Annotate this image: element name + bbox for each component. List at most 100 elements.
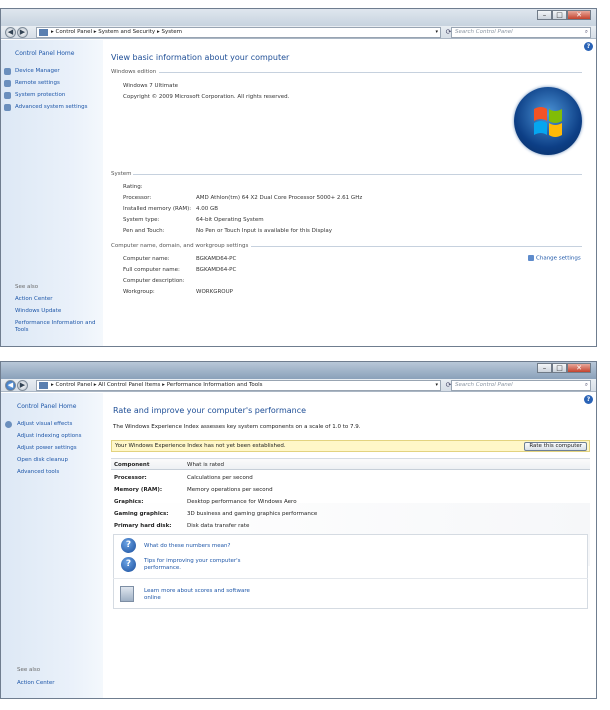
sidebar-control-panel-home[interactable]: Control Panel Home bbox=[17, 403, 76, 410]
table-row: Memory (RAM): Memory operations per seco… bbox=[111, 484, 590, 496]
sidebar-item-advanced-tools[interactable]: Advanced tools bbox=[17, 469, 59, 475]
tips-improving-link-line2[interactable]: performance. bbox=[144, 565, 181, 571]
question-icon: ? bbox=[121, 538, 136, 553]
sidebar-item-adjust-indexing[interactable]: Adjust indexing options bbox=[17, 433, 82, 439]
system-type-label: System type: bbox=[123, 217, 160, 223]
breadcrumb-item[interactable]: System and Security bbox=[98, 29, 155, 35]
breadcrumb-item[interactable]: All Control Panel Items bbox=[98, 382, 160, 388]
sidebar-item-remote-settings[interactable]: Remote settings bbox=[4, 80, 60, 87]
computer-description-label: Computer description: bbox=[123, 278, 185, 284]
forward-icon[interactable]: ▶ bbox=[17, 380, 28, 391]
tips-improving-link[interactable]: Tips for improving your computer's bbox=[144, 558, 241, 564]
forward-icon[interactable]: ▶ bbox=[17, 27, 28, 38]
help-icon[interactable]: ? bbox=[584, 42, 593, 51]
help-icon[interactable]: ? bbox=[584, 395, 593, 404]
sidebar-link-windows-update[interactable]: Windows Update bbox=[15, 308, 61, 314]
search-icon[interactable]: ⌕ bbox=[585, 381, 588, 390]
main-content: ? View basic information about your comp… bbox=[103, 40, 596, 346]
chevron-down-icon[interactable]: ▾ bbox=[435, 28, 438, 37]
notice-bar: Your Windows Experience Index has not ye… bbox=[111, 440, 590, 452]
divider bbox=[159, 72, 582, 73]
column-header: What is rated bbox=[187, 462, 225, 468]
full-computer-name-label: Full computer name: bbox=[123, 267, 180, 273]
breadcrumb-item[interactable]: Control Panel bbox=[56, 382, 92, 388]
shield-icon bbox=[5, 421, 12, 428]
breadcrumb-item[interactable]: Performance Information and Tools bbox=[167, 382, 263, 388]
full-computer-name-value: BGKAMD64-PC bbox=[196, 267, 237, 273]
minimize-button[interactable]: – bbox=[537, 363, 552, 373]
chevron-down-icon[interactable]: ▾ bbox=[435, 381, 438, 390]
memory-label: Installed memory (RAM): bbox=[123, 206, 192, 212]
question-icon: ? bbox=[121, 557, 136, 572]
divider bbox=[113, 578, 588, 579]
sidebar-link-action-center[interactable]: Action Center bbox=[17, 680, 55, 686]
sidebar: Control Panel Home Adjust visual effects… bbox=[1, 393, 103, 698]
memory-value: 4.00 GB bbox=[196, 206, 219, 212]
address-bar[interactable]: ▸ Control Panel ▸ System and Security ▸ … bbox=[36, 27, 441, 38]
sidebar-item-label: Adjust visual effects bbox=[17, 421, 73, 427]
change-settings-link[interactable]: Change settings bbox=[528, 255, 581, 262]
address-toolbar: ◀ ▶ ▸ Control Panel ▸ System and Securit… bbox=[1, 26, 596, 39]
edition-name: Windows 7 Ultimate bbox=[123, 83, 179, 89]
search-input[interactable]: Search Control Panel ⌕ bbox=[451, 380, 591, 391]
back-icon[interactable]: ◀ bbox=[5, 27, 16, 38]
control-panel-icon bbox=[39, 382, 48, 389]
column-header: Component bbox=[114, 462, 150, 468]
software-box-icon bbox=[120, 586, 134, 602]
table-header: Component What is rated bbox=[111, 458, 590, 470]
close-button[interactable]: ✕ bbox=[567, 363, 591, 373]
rate-this-computer-button[interactable]: Rate this computer bbox=[524, 442, 587, 451]
breadcrumb-item[interactable]: Control Panel bbox=[56, 29, 92, 35]
computer-name-value: BGKAMD64-PC bbox=[196, 256, 237, 262]
rated-cell: Memory operations per second bbox=[187, 487, 273, 493]
rated-cell: Calculations per second bbox=[187, 475, 253, 481]
component-cell: Memory (RAM): bbox=[114, 487, 163, 493]
sidebar-item-system-protection[interactable]: System protection bbox=[4, 92, 66, 99]
sidebar-item-label: Advanced system settings bbox=[15, 104, 88, 110]
sidebar-control-panel-home[interactable]: Control Panel Home bbox=[15, 50, 74, 57]
sidebar-link-action-center[interactable]: Action Center bbox=[15, 296, 53, 302]
minimize-button[interactable]: – bbox=[537, 10, 552, 20]
sidebar-link-performance[interactable]: Performance Information and Tools bbox=[15, 320, 97, 334]
processor-label: Processor: bbox=[123, 195, 152, 201]
section-heading: Windows edition bbox=[111, 69, 157, 75]
address-toolbar: ◀ ▶ ▸ Control Panel ▸ All Control Panel … bbox=[1, 379, 596, 392]
sidebar-item-adjust-visual-effects[interactable]: Adjust visual effects bbox=[5, 421, 73, 428]
copyright-text: Copyright © 2009 Microsoft Corporation. … bbox=[123, 94, 290, 100]
search-input[interactable]: Search Control Panel ⌕ bbox=[451, 27, 591, 38]
maximize-button[interactable]: □ bbox=[552, 363, 567, 373]
wei-description: The Windows Experience Index assesses ke… bbox=[113, 424, 361, 430]
windows-logo-icon bbox=[514, 87, 582, 155]
sidebar-item-label: System protection bbox=[15, 92, 66, 98]
shield-icon bbox=[528, 255, 534, 261]
what-do-numbers-mean-link[interactable]: What do these numbers mean? bbox=[144, 543, 230, 549]
search-icon[interactable]: ⌕ bbox=[585, 28, 588, 37]
sidebar-item-device-manager[interactable]: Device Manager bbox=[4, 68, 60, 75]
address-bar[interactable]: ▸ Control Panel ▸ All Control Panel Item… bbox=[36, 380, 441, 391]
sidebar-item-label: Device Manager bbox=[15, 68, 60, 74]
breadcrumb-item[interactable]: System bbox=[161, 29, 182, 35]
title-bar[interactable]: – □ ✕ bbox=[1, 362, 596, 379]
rated-cell: Desktop performance for Windows Aero bbox=[187, 499, 297, 505]
divider bbox=[251, 246, 582, 247]
back-icon[interactable]: ◀ bbox=[5, 380, 16, 391]
component-cell: Primary hard disk: bbox=[114, 523, 172, 529]
divider bbox=[133, 174, 582, 175]
maximize-button[interactable]: □ bbox=[552, 10, 567, 20]
rating-label: Rating: bbox=[123, 184, 143, 190]
computer-name-label: Computer name: bbox=[123, 256, 170, 262]
see-also-label: See also bbox=[15, 284, 39, 290]
title-bar[interactable]: – □ ✕ bbox=[1, 9, 596, 26]
learn-more-link[interactable]: Learn more about scores and software bbox=[144, 588, 250, 594]
rated-cell: 3D business and gaming graphics performa… bbox=[187, 511, 318, 517]
table-row: Processor: Calculations per second bbox=[111, 472, 590, 484]
sidebar-item-adjust-power[interactable]: Adjust power settings bbox=[17, 445, 77, 451]
pen-touch-value: No Pen or Touch Input is available for t… bbox=[196, 228, 332, 234]
sidebar-item-label: Remote settings bbox=[15, 80, 60, 86]
table-row: Primary hard disk: Disk data transfer ra… bbox=[111, 520, 590, 532]
sidebar-item-advanced-system-settings[interactable]: Advanced system settings bbox=[4, 104, 88, 111]
learn-more-link-line2[interactable]: online bbox=[144, 595, 161, 601]
sidebar-item-open-disk-cleanup[interactable]: Open disk cleanup bbox=[17, 457, 68, 463]
close-button[interactable]: ✕ bbox=[567, 10, 591, 20]
page-title: Rate and improve your computer's perform… bbox=[113, 406, 307, 415]
